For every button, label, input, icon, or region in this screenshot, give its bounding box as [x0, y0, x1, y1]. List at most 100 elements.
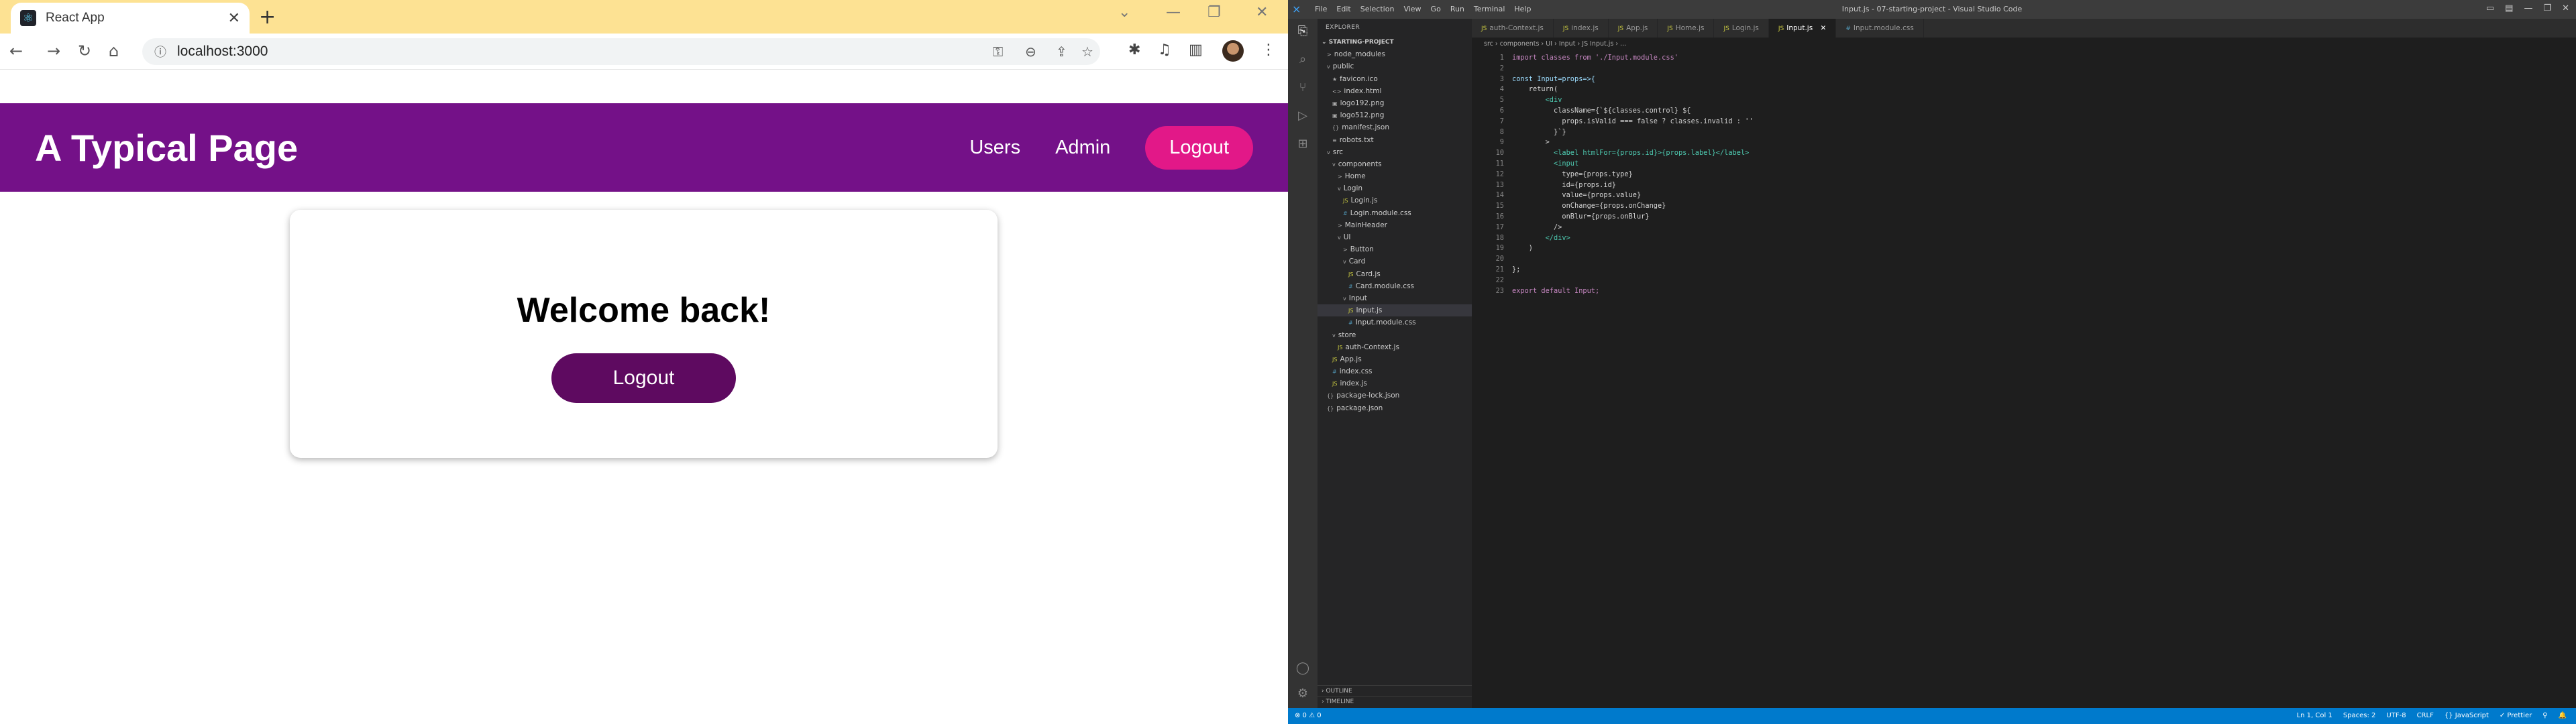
file-tree-item[interactable]: v src: [1318, 146, 1472, 158]
file-tree-item[interactable]: v public: [1318, 60, 1472, 72]
file-tree-item[interactable]: JS auth-Context.js: [1318, 341, 1472, 353]
project-folder[interactable]: ⌄ STARTING-PROJECT: [1318, 36, 1472, 48]
explorer-icon[interactable]: ⎘: [1288, 24, 1318, 38]
file-tree-item[interactable]: v Card: [1318, 255, 1472, 267]
header-logout-button[interactable]: Logout: [1145, 125, 1253, 170]
editor-tab[interactable]: # Input.module.css: [1836, 19, 1924, 38]
line-number: 20: [1495, 255, 1504, 263]
editor-tab[interactable]: JS Login.js: [1714, 19, 1769, 38]
source-control-icon[interactable]: ⑂: [1288, 80, 1318, 95]
file-tree-item[interactable]: v Login: [1318, 182, 1472, 194]
status-item[interactable]: ✓ Prettier: [2500, 708, 2532, 724]
maximize-icon[interactable]: ❐: [2543, 3, 2551, 13]
run-debug-icon[interactable]: ▷: [1288, 109, 1318, 123]
minimize-icon[interactable]: —: [2524, 3, 2532, 13]
code-editor[interactable]: 1 import classes from './Input.module.css…: [1472, 51, 2576, 708]
close-window-icon[interactable]: ✕: [2562, 3, 2569, 13]
status-item[interactable]: 🔔: [2559, 708, 2567, 724]
file-tree-item[interactable]: JS index.js: [1318, 377, 1472, 389]
code-line: onChange={props.onChange}: [1512, 202, 1666, 210]
back-icon[interactable]: ←: [9, 42, 23, 60]
file-tree-item[interactable]: v components: [1318, 158, 1472, 170]
file-tree-label: Home: [1344, 172, 1366, 181]
file-tree-item[interactable]: # Card.module.css: [1318, 280, 1472, 292]
problems-status[interactable]: ⊗ 0 ⚠ 0: [1295, 708, 1322, 724]
key-icon[interactable]: ⚿: [993, 44, 1003, 60]
editor-tab[interactable]: JS App.js: [1609, 19, 1658, 38]
editor-tab[interactable]: JS Home.js: [1658, 19, 1715, 38]
file-tree-item[interactable]: ▣ logo192.png: [1318, 97, 1472, 109]
browser-tab[interactable]: ⚛ React App ✕: [11, 3, 250, 34]
line-number: 3: [1499, 74, 1504, 83]
home-icon[interactable]: ⌂: [109, 42, 119, 60]
forward-icon[interactable]: →: [47, 42, 60, 60]
media-icon[interactable]: ♫: [1158, 42, 1171, 58]
status-item[interactable]: {} JavaScript: [2445, 708, 2489, 724]
editor-tab[interactable]: JS Input.js ✕: [1768, 19, 1837, 38]
reload-icon[interactable]: ↻: [78, 42, 91, 60]
timeline-section[interactable]: › TIMELINE: [1318, 696, 1472, 707]
close-tab-icon[interactable]: ✕: [228, 10, 240, 27]
line-number: 8: [1499, 127, 1504, 136]
card-logout-button[interactable]: Logout: [551, 353, 737, 403]
avatar[interactable]: [1222, 40, 1244, 62]
file-tree-item[interactable]: ★ favicon.ico: [1318, 73, 1472, 85]
file-tree-item[interactable]: > Button: [1318, 243, 1472, 255]
file-tree-label: store: [1338, 330, 1356, 339]
outline-section[interactable]: › OUTLINE: [1318, 685, 1472, 696]
side-panel-icon[interactable]: ▥: [1189, 42, 1203, 58]
file-tree-item[interactable]: JS Input.js: [1318, 304, 1472, 317]
file-tree-item[interactable]: {} manifest.json: [1318, 121, 1472, 133]
status-item[interactable]: Ln 1, Col 1: [2297, 708, 2332, 724]
code-line: import classes from './Input.module.css': [1512, 54, 1678, 62]
file-tree-item[interactable]: # Input.module.css: [1318, 316, 1472, 328]
file-tree-item[interactable]: # Login.module.css: [1318, 207, 1472, 219]
status-item[interactable]: Spaces: 2: [2343, 708, 2376, 724]
file-tree-item[interactable]: v UI: [1318, 231, 1472, 243]
status-item[interactable]: CRLF: [2417, 708, 2434, 724]
file-tree-item[interactable]: JS App.js: [1318, 353, 1472, 365]
close-tab-icon[interactable]: ✕: [1818, 24, 1827, 32]
file-tree-item[interactable]: <> index.html: [1318, 85, 1472, 97]
status-item[interactable]: ⚲: [2542, 708, 2547, 724]
file-tree-item[interactable]: {} package-lock.json: [1318, 389, 1472, 402]
extensions-icon[interactable]: ⊞: [1288, 137, 1318, 151]
tab-search-icon[interactable]: ⌄: [1118, 4, 1130, 21]
address-bar[interactable]: ⓘ localhost:3000 ⚿ ⊖ ⇪ ☆: [142, 38, 1100, 65]
menu-icon[interactable]: ⋮: [1261, 42, 1276, 58]
gear-icon[interactable]: ⚙: [1288, 686, 1318, 701]
extensions-icon[interactable]: ✱: [1128, 42, 1140, 58]
file-tree-item[interactable]: > MainHeader: [1318, 219, 1472, 231]
bookmark-star-icon[interactable]: ☆: [1081, 44, 1093, 60]
minimize-icon[interactable]: —: [1166, 4, 1181, 21]
file-tree-item[interactable]: v store: [1318, 329, 1472, 341]
share-icon[interactable]: ⇪: [1056, 44, 1067, 60]
file-tree-item[interactable]: > node_modules: [1318, 48, 1472, 60]
react-icon: ⚛: [20, 10, 36, 26]
info-icon[interactable]: ⓘ: [154, 43, 166, 60]
editor-tab[interactable]: JS index.js: [1554, 19, 1609, 38]
file-tree-item[interactable]: v Input: [1318, 292, 1472, 304]
file-tree-item[interactable]: > Home: [1318, 170, 1472, 182]
nav-link-users[interactable]: Users: [969, 137, 1020, 159]
nav-link-admin[interactable]: Admin: [1055, 137, 1110, 159]
close-window-icon[interactable]: ✕: [1256, 4, 1268, 21]
layout-icon[interactable]: ▭: [2486, 3, 2494, 13]
file-tree-item[interactable]: ≡ robots.txt: [1318, 134, 1472, 146]
file-tree-item[interactable]: {} package.json: [1318, 402, 1472, 414]
file-type-icon: JS: [1617, 25, 1624, 32]
file-tree-item[interactable]: # index.css: [1318, 365, 1472, 377]
file-tree-item[interactable]: JS Card.js: [1318, 268, 1472, 280]
zoom-icon[interactable]: ⊖: [1025, 44, 1036, 60]
file-tree-item[interactable]: ▣ logo512.png: [1318, 109, 1472, 121]
status-item[interactable]: UTF-8: [2386, 708, 2406, 724]
file-type-icon: JS: [1723, 25, 1729, 32]
editor-tab[interactable]: JS auth-Context.js: [1472, 19, 1554, 38]
file-tree-item[interactable]: JS Login.js: [1318, 194, 1472, 206]
new-tab-icon[interactable]: +: [259, 5, 276, 29]
account-icon[interactable]: ◯: [1288, 661, 1318, 675]
file-tree-label: UI: [1343, 233, 1351, 241]
layout-panel-icon[interactable]: ▤: [2505, 3, 2513, 13]
search-icon[interactable]: ⌕: [1288, 52, 1318, 66]
maximize-icon[interactable]: ❐: [1208, 4, 1221, 21]
